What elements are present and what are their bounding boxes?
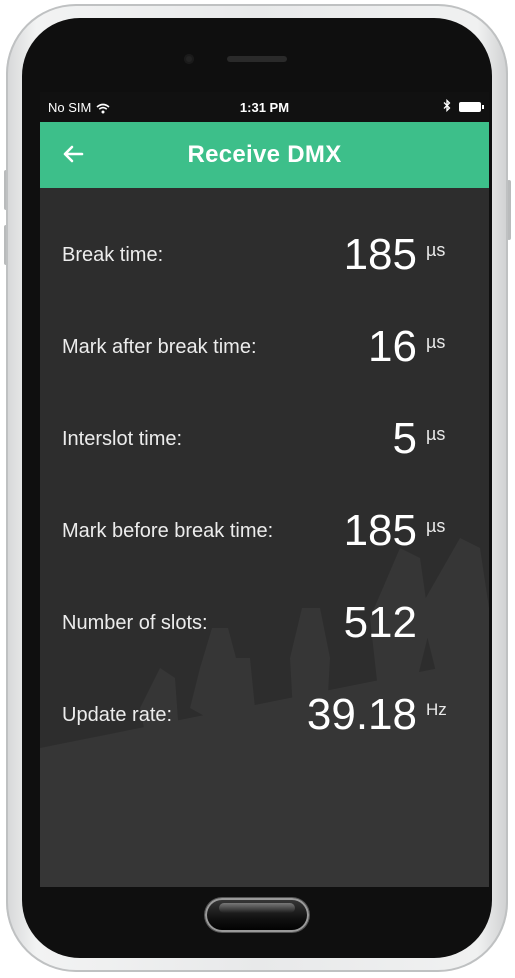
metric-row-mark-before-break: Mark before break time: 185 µs xyxy=(40,500,489,560)
metric-unit: µs xyxy=(426,424,446,444)
status-bar: No SIM 1:31 PM xyxy=(40,92,489,122)
metric-row-interslot-time: Interslot time: 5 µs xyxy=(40,408,489,468)
metric-value: 512 xyxy=(343,598,417,647)
battery-icon xyxy=(459,102,484,112)
metric-row-mark-after-break: Mark after break time: 16 µs xyxy=(40,316,489,376)
page-title: Receive DMX xyxy=(187,141,342,168)
metrics-panel: Break time: 185 µs Mark after break time… xyxy=(40,188,489,887)
metric-value: 16 xyxy=(368,322,417,371)
metric-label: Number of slots: xyxy=(62,612,208,634)
metric-value: 185 xyxy=(343,230,417,279)
metric-label: Mark after break time: xyxy=(62,336,257,358)
metric-row-number-of-slots: Number of slots: 512 xyxy=(40,592,489,652)
status-time: 1:31 PM xyxy=(239,100,290,115)
home-button[interactable] xyxy=(205,898,309,932)
metric-unit: µs xyxy=(426,516,446,536)
app-screen: No SIM 1:31 PM Receive DMX Break time: 1… xyxy=(40,92,489,887)
bluetooth-icon xyxy=(443,98,451,115)
metric-unit: Hz xyxy=(426,700,447,719)
front-camera xyxy=(184,54,194,64)
earpiece-speaker xyxy=(227,56,287,62)
metric-row-update-rate: Update rate: 39.18 Hz xyxy=(40,684,489,744)
metric-label: Update rate: xyxy=(62,704,173,726)
metric-label: Mark before break time: xyxy=(62,520,274,542)
metric-unit: µs xyxy=(426,240,446,260)
metric-value: 185 xyxy=(343,506,417,555)
metric-value: 5 xyxy=(392,414,417,463)
metric-label: Break time: xyxy=(62,244,164,266)
device-mockup: No SIM 1:31 PM Receive DMX Break time: 1… xyxy=(0,0,515,978)
metric-value: 39.18 xyxy=(306,690,417,739)
app-bar: Receive DMX xyxy=(40,122,489,188)
metric-unit: µs xyxy=(426,332,446,352)
metric-label: Interslot time: xyxy=(62,428,183,450)
status-right xyxy=(443,98,484,115)
metric-row-break-time: Break time: 185 µs xyxy=(40,224,489,284)
